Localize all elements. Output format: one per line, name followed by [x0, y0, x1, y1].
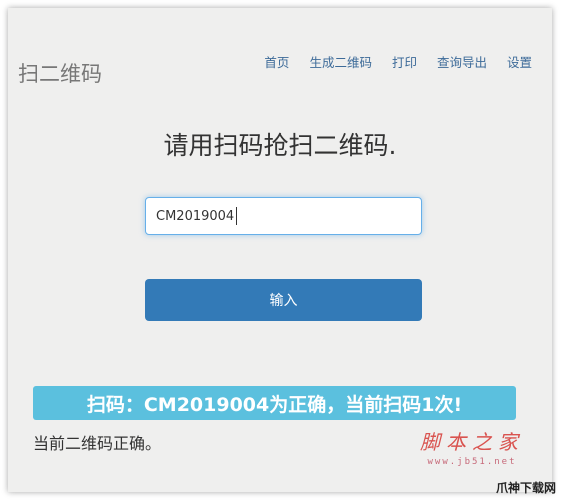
- scan-code-input[interactable]: [145, 197, 422, 235]
- top-nav: 首页 生成二维码 打印 查询导出 设置: [254, 52, 542, 71]
- nav-generate-qr[interactable]: 生成二维码: [299, 52, 382, 71]
- page-heading: 请用扫码抢扫二维码.: [163, 131, 397, 160]
- nav-print[interactable]: 打印: [382, 52, 427, 71]
- text-caret: [236, 207, 237, 225]
- scan-result-banner: 扫码：CM2019004为正确，当前扫码1次!: [33, 386, 516, 420]
- brand-title[interactable]: 扫二维码: [18, 58, 102, 88]
- nav-query-export[interactable]: 查询导出: [427, 52, 497, 71]
- result-text: 当前二维码正确。: [33, 434, 162, 453]
- nav-settings[interactable]: 设置: [497, 52, 542, 71]
- watermark-main: 脚本之家: [420, 430, 524, 454]
- submit-button[interactable]: 输入: [145, 279, 422, 321]
- nav-home[interactable]: 首页: [254, 52, 299, 71]
- site-watermark: 脚本之家 www.jb51.net: [420, 426, 524, 467]
- app-window: 扫二维码 首页 生成二维码 打印 查询导出 设置 请用扫码抢扫二维码. 输入 扫…: [8, 8, 552, 492]
- watermark-url: www.jb51.net: [427, 457, 517, 467]
- corner-watermark: 爪神下载网: [495, 481, 556, 495]
